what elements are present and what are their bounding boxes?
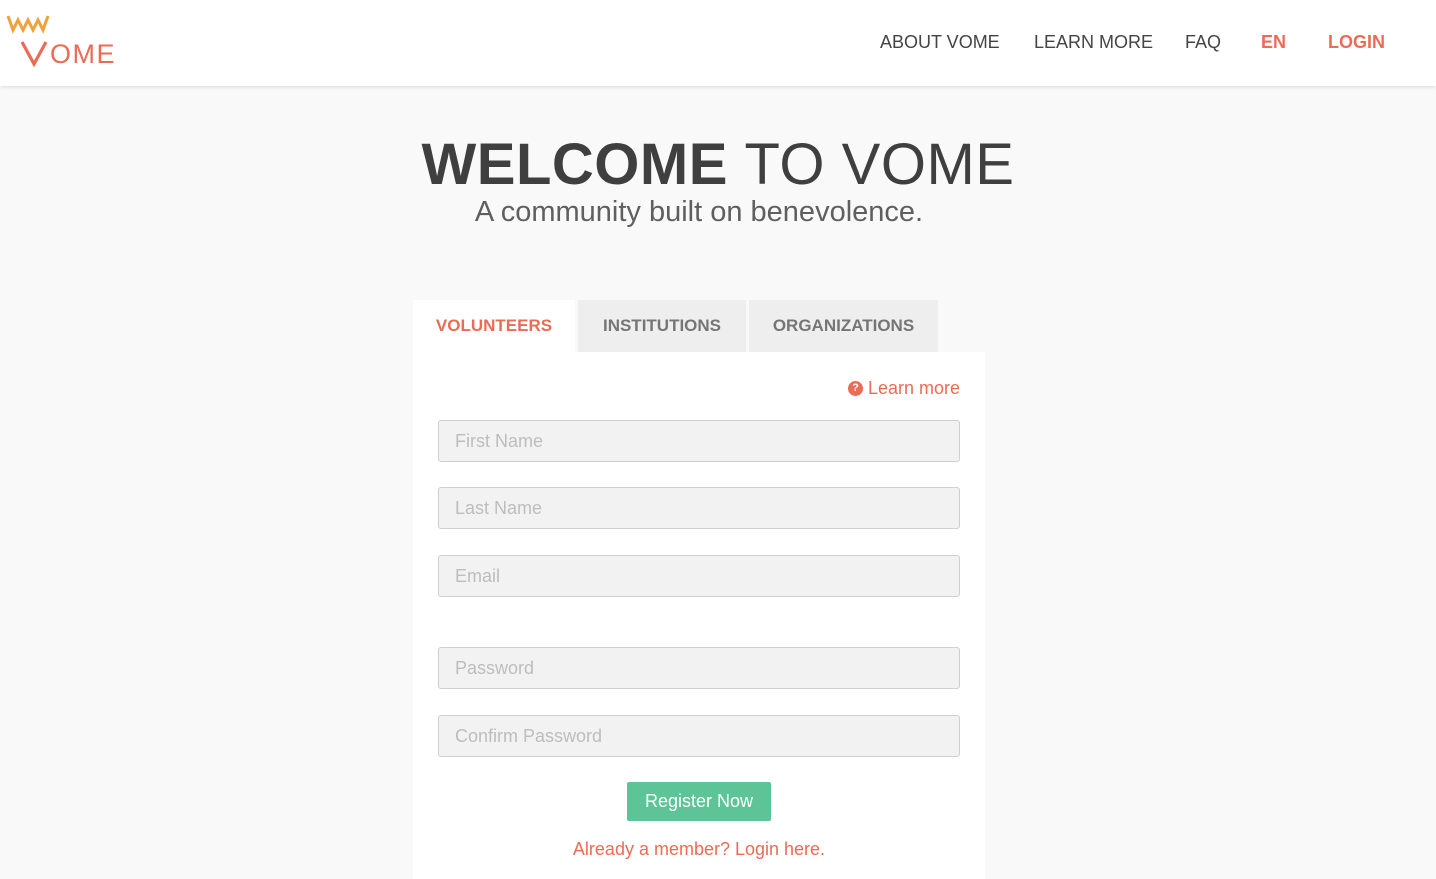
learn-more-label: Learn more <box>867 378 960 398</box>
question-circle-icon: ? <box>847 381 863 396</box>
top-header: OME ABOUT VOME LEARN MORE FAQ EN LOGIN <box>0 0 1436 86</box>
title-to-vome: TO VOME <box>744 132 1015 197</box>
title-welcome: WELCOME <box>421 132 728 197</box>
first-name-input[interactable] <box>438 420 960 462</box>
nav-learn-more[interactable]: LEARN MORE <box>1034 32 1153 53</box>
nav-faq[interactable]: FAQ <box>1185 32 1221 53</box>
tab-volunteers[interactable]: VOLUNTEERS <box>413 300 575 352</box>
nav-language-en[interactable]: EN <box>1261 32 1286 53</box>
confirm-password-input[interactable] <box>438 715 960 757</box>
last-name-input[interactable] <box>438 487 960 529</box>
page-subtitle: A community built on benevolence. <box>474 196 924 228</box>
registration-card: ? Learn more Register Now Already a memb… <box>413 352 985 879</box>
register-now-button[interactable]: Register Now <box>627 782 771 821</box>
login-here-link[interactable]: Already a member? Login here. <box>413 839 985 860</box>
logo-text: OME <box>50 39 116 68</box>
nav-login[interactable]: LOGIN <box>1328 32 1385 53</box>
learn-more-link[interactable]: ? Learn more <box>847 378 960 399</box>
email-input[interactable] <box>438 555 960 597</box>
page-title: WELCOME TO VOME <box>0 130 1436 200</box>
vome-logo-graphic: OME <box>6 15 116 69</box>
tab-organizations[interactable]: ORGANIZATIONS <box>749 300 938 352</box>
tab-institutions[interactable]: INSTITUTIONS <box>578 300 746 352</box>
password-input[interactable] <box>438 647 960 689</box>
nav-about-vome[interactable]: ABOUT VOME <box>880 32 1000 53</box>
vome-logo[interactable]: OME <box>6 12 126 69</box>
